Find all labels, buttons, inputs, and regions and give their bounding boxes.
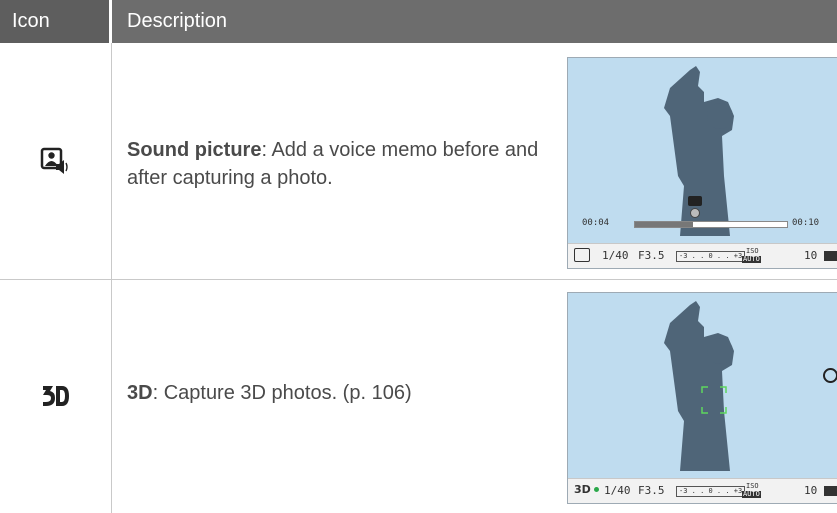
- camera-status-bar: 1/40 F3.5 -3 . . 0 . . +3 ISO AUTO 10: [568, 243, 837, 268]
- sound-picture-icon: [40, 146, 70, 176]
- camera-icon: [688, 196, 702, 206]
- iso-value: AUTO: [742, 255, 761, 263]
- child-silhouette-image: [664, 66, 734, 236]
- row-description: 3D: Capture 3D photos. (p. 106): [127, 379, 547, 407]
- exposure-scale: -3 . . 0 . . +3: [676, 251, 746, 262]
- 3d-icon: [40, 380, 70, 410]
- sound-record-progress: [634, 221, 788, 228]
- battery-icon: [824, 251, 837, 261]
- aperture: F3.5: [638, 484, 665, 497]
- mode-title: 3D: [127, 382, 153, 404]
- header-divider: [109, 0, 112, 43]
- battery-icon: [824, 486, 837, 496]
- playhead-marker-icon: [690, 208, 700, 218]
- row-description: Sound picture: Add a voice memo before a…: [127, 136, 547, 192]
- description-column-header: Description: [127, 10, 228, 32]
- sound-picture-mode-icon: [574, 248, 590, 262]
- shutter-speed: 1/40: [604, 484, 631, 497]
- mode-title: Sound picture: [127, 139, 262, 161]
- column-divider: [111, 43, 112, 513]
- table-header: Icon Description: [0, 0, 837, 43]
- iso-label: ISO: [746, 247, 759, 255]
- remaining-shots: 10: [804, 484, 818, 497]
- exposure-scale: -3 . . 0 . . +3: [676, 486, 746, 497]
- focus-indicator-dot: [594, 487, 599, 492]
- icon-column-header: Icon: [12, 10, 50, 32]
- iso-value: AUTO: [742, 490, 761, 498]
- remaining-shots: 10: [804, 249, 818, 262]
- mode-text: : Capture 3D photos. (p. 106): [152, 382, 412, 404]
- camera-status-bar: 3D 1/40 F3.5 -3 . . 0 . . +3 ISO AUTO 10: [568, 478, 837, 503]
- shutter-speed: 1/40: [602, 249, 629, 262]
- iso-label: ISO: [746, 482, 759, 490]
- 3d-mode-icon: 3D: [574, 483, 591, 496]
- record-time-start: 00:04: [582, 218, 610, 228]
- row-divider: [0, 279, 837, 280]
- camera-screen-preview: 3D 1/40 F3.5 -3 . . 0 . . +3 ISO AUTO 10: [567, 292, 837, 504]
- record-time-end: 00:10: [792, 218, 820, 228]
- flash-off-icon: [823, 368, 837, 383]
- aperture: F3.5: [638, 249, 665, 262]
- child-silhouette-image: [664, 301, 734, 471]
- camera-screen-preview: 00:04 00:10 1/40 F3.5 -3 . . 0 . . +3 IS…: [567, 57, 837, 269]
